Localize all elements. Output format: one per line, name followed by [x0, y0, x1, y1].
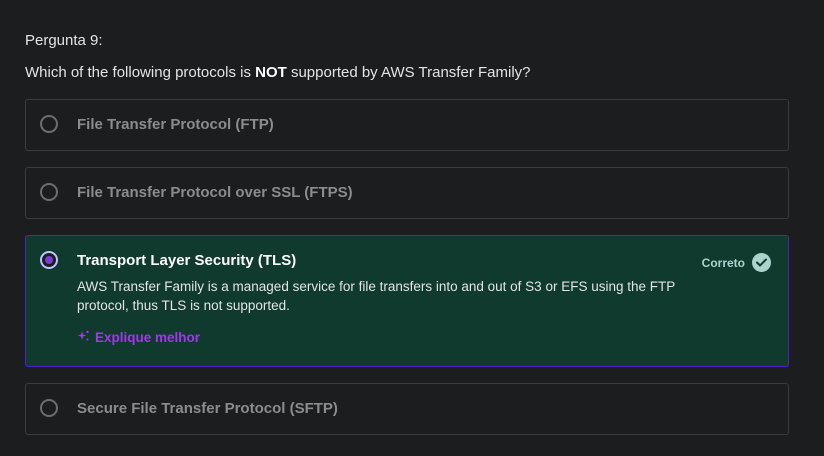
- answer-option-ftps[interactable]: File Transfer Protocol over SSL (FTPS): [25, 167, 789, 219]
- sparkle-icon: [77, 330, 90, 345]
- radio-button-icon[interactable]: [40, 251, 58, 269]
- check-circle-icon: [752, 253, 771, 272]
- radio-button-icon[interactable]: [40, 115, 58, 133]
- correct-badge: Correto: [702, 253, 771, 272]
- answer-option-label: File Transfer Protocol (FTP): [77, 116, 274, 133]
- correct-status-text: Correto: [701, 255, 745, 270]
- explain-more-label: Explique melhor: [95, 330, 201, 345]
- question-text: Which of the following protocols is NOT …: [25, 64, 531, 81]
- quiz-question-panel: Pergunta 9: Which of the following proto…: [0, 0, 824, 456]
- radio-button-icon[interactable]: [40, 399, 58, 417]
- answer-option-ftp[interactable]: File Transfer Protocol (FTP): [25, 99, 789, 151]
- answer-option-label: Secure File Transfer Protocol (SFTP): [77, 400, 338, 417]
- explain-more-button[interactable]: Explique melhor: [77, 330, 200, 345]
- answer-option-label: File Transfer Protocol over SSL (FTPS): [77, 184, 353, 201]
- question-number: Pergunta 9:: [25, 32, 103, 49]
- question-text-emphasis: NOT: [255, 64, 287, 81]
- answer-explanation: AWS Transfer Family is a managed service…: [77, 279, 676, 313]
- radio-button-icon[interactable]: [40, 183, 58, 201]
- answer-option-tls[interactable]: Transport Layer Security (TLS) Correto A…: [25, 235, 789, 367]
- question-text-before: Which of the following protocols is: [25, 64, 256, 81]
- answer-option-label: Transport Layer Security (TLS): [77, 252, 297, 269]
- answer-option-sftp[interactable]: Secure File Transfer Protocol (SFTP): [25, 383, 789, 435]
- question-text-after: supported by AWS Transfer Family?: [286, 64, 531, 81]
